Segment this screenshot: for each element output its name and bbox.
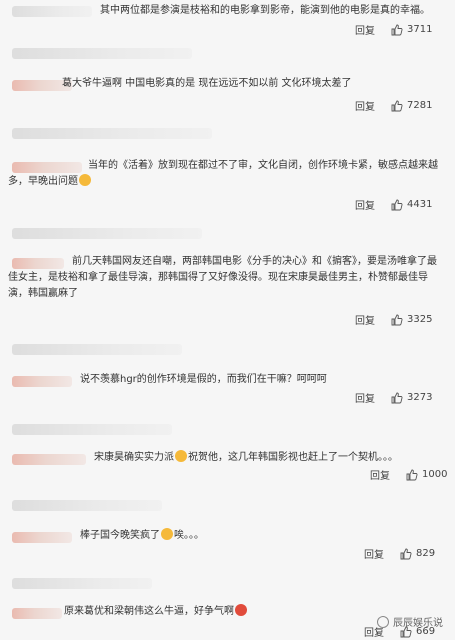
thumbs-up-icon: [391, 24, 403, 35]
thumbs-up-icon: [406, 469, 418, 480]
comment-text: 说不羡慕hgr的创作环境是假的，而我们在干嘛？呵呵呵: [80, 374, 327, 385]
comment-text-part1: 宋康昊确实实力派: [94, 452, 174, 463]
comment-actions: 回复 669: [364, 624, 435, 639]
comment-text-part2: 祝贺他，这几年韩国影视也赶上了一个契机。。。: [188, 452, 398, 463]
thumbs-up-icon: [391, 199, 403, 210]
blurred-username: [12, 454, 86, 465]
reply-button[interactable]: 回复: [355, 312, 375, 327]
like-button[interactable]: 3273: [391, 392, 432, 404]
comment-text: 其中两位都是参演是枝裕和的电影拿到影帝，能演到他的电影是真的幸福。: [100, 5, 430, 16]
blurred-username: [12, 376, 72, 387]
comment-text: 前几天韩国网友还自嘲，两部韩国电影《分手的决心》和《掮客》，要是汤唯拿了最佳女主…: [8, 256, 437, 299]
blurred-reply-preview: [12, 578, 152, 589]
comment-actions: 回复 4431: [355, 197, 432, 212]
reply-button[interactable]: 回复: [355, 197, 375, 212]
like-button[interactable]: 3711: [391, 24, 432, 36]
thumbs-up-icon: [400, 626, 412, 637]
comment-text-part2: 唉。。。: [174, 530, 204, 541]
blurred-reply-preview: [12, 228, 202, 239]
reply-button[interactable]: 回复: [370, 467, 390, 482]
like-count: 3711: [407, 24, 433, 35]
thumbs-up-icon: [391, 314, 403, 325]
like-button[interactable]: 3325: [391, 314, 432, 326]
like-button[interactable]: 669: [400, 626, 435, 638]
like-count: 4431: [407, 199, 433, 210]
blurred-reply-preview: [12, 128, 212, 139]
like-button[interactable]: 1000: [406, 469, 447, 481]
like-count: 669: [416, 626, 436, 637]
like-count: 1000: [422, 469, 448, 480]
comment-actions: 回复 829: [364, 546, 435, 561]
emoji-icon: [235, 604, 247, 616]
comment-actions: 回复 7281: [355, 98, 432, 113]
comment-text: 当年的《活着》放到现在都过不了审，文化自闭，创作环境卡紧，敏感点越来越多，早晚出…: [8, 158, 444, 190]
comment-text-body: 原来葛优和梁朝伟这么牛逼，好争气啊: [64, 606, 234, 617]
emoji-icon: [79, 174, 91, 186]
thumbs-up-icon: [391, 392, 403, 403]
comment-text: 原来葛优和梁朝伟这么牛逼，好争气啊: [64, 604, 314, 620]
comment-actions: 回复 1000: [370, 467, 447, 482]
comment-text: 宋康昊确实实力派 祝贺他，这几年韩国影视也赶上了一个契机。。。: [94, 450, 444, 466]
reply-button[interactable]: 回复: [364, 546, 384, 561]
comment-actions: 回复 3325: [355, 312, 432, 327]
comment-actions: 回复 3273: [355, 390, 432, 405]
blurred-username: [12, 532, 72, 543]
blurred-username: [12, 608, 62, 619]
comment-text-part1: 棒子国今晚笑疯了: [80, 530, 160, 541]
like-button[interactable]: 7281: [391, 100, 432, 112]
blurred-username: [12, 6, 92, 17]
reply-button[interactable]: 回复: [364, 624, 384, 639]
comment-text: 棒子国今晚笑疯了 唉。。。: [80, 528, 440, 544]
like-button[interactable]: 829: [400, 548, 435, 560]
emoji-icon: [161, 528, 173, 540]
like-count: 3273: [407, 392, 433, 403]
blurred-reply-preview: [12, 500, 162, 511]
thumbs-up-icon: [391, 100, 403, 111]
comment-text-body: 当年的《活着》放到现在都过不了审，文化自闭，创作环境卡紧，敏感点越来越多，早晚出…: [8, 160, 438, 187]
reply-button[interactable]: 回复: [355, 98, 375, 113]
comment-actions: 回复 3711: [355, 22, 432, 37]
comment-text: 葛大爷牛逼啊 中国电影真的是 现在远远不如以前 文化环境太差了: [62, 78, 352, 89]
emoji-icon: [175, 450, 187, 462]
like-count: 7281: [407, 100, 433, 111]
blurred-reply-preview: [12, 48, 192, 59]
blurred-reply-preview: [12, 344, 182, 355]
thumbs-up-icon: [400, 548, 412, 559]
reply-button[interactable]: 回复: [355, 22, 375, 37]
reply-button[interactable]: 回复: [355, 390, 375, 405]
like-button[interactable]: 4431: [391, 199, 432, 211]
like-count: 829: [416, 548, 436, 559]
like-count: 3325: [407, 314, 433, 325]
blurred-reply-preview: [12, 424, 172, 435]
